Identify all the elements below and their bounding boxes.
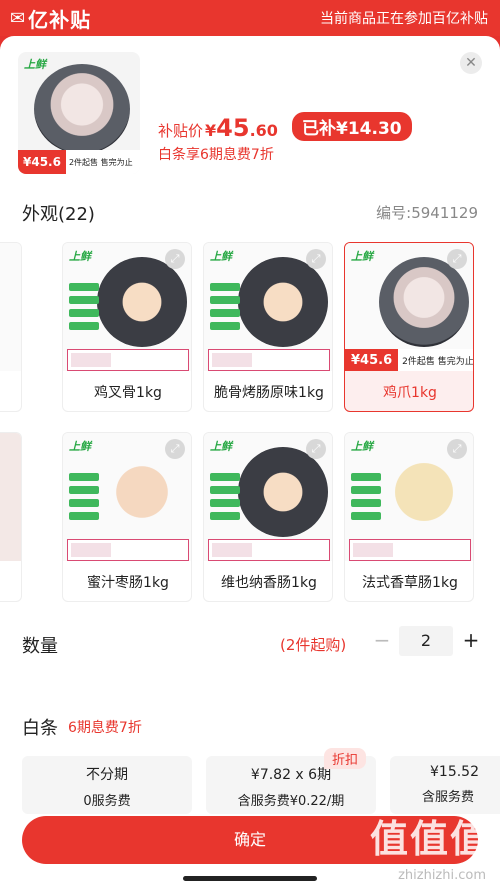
baitiao-promo: 6期息费7折 [68,720,142,736]
zoom-icon[interactable]: ⤢ [306,439,326,459]
variant-tag: 2件起售 售完为止 [402,356,474,367]
variant-name: 维也纳香肠1kg [221,575,317,591]
variant-card[interactable]: 上鲜 ⤢ 法式香草肠1kg [344,432,474,602]
close-icon: ✕ [465,55,477,71]
quantity-label: 数量 [22,636,58,657]
min-order-note: (2件起购) [280,636,347,654]
variant-card[interactable]: 上鲜 ⤢ 维也纳香肠1kg [203,432,333,602]
zoom-icon[interactable]: ⤢ [165,249,185,269]
price-currency: ¥ [205,121,217,140]
watermark-logo: 值值值 [369,817,490,861]
variant-name: 法式香草肠1kg [362,575,458,591]
variant-name: 脆骨烤肠原味1kg [214,385,324,401]
price-decimal: .60 [249,121,278,140]
variant-name: g [0,373,21,411]
variant-card[interactable]: 上鲜 ⤢ 蜜汁枣肠1kg [62,432,192,602]
ticket-icon: ✉ [10,8,27,29]
price-label: 补贴价 [158,122,204,140]
brand-label: 亿补贴 [28,8,92,32]
brand-logo: 上鲜 [351,250,373,263]
product-image [34,64,130,154]
discount-tag: 折扣 [324,748,367,769]
zoom-icon[interactable]: ⤢ [306,249,326,269]
appearance-title: 外观(22) [22,204,95,225]
top-banner: ✉ 亿补贴 当前商品正在参加百亿补贴 [0,0,500,36]
variant-price: ¥45.6 [345,349,399,371]
subsidy-brand: ✉ 亿补贴 [10,4,91,33]
home-indicator[interactable] [183,876,317,881]
thumbnail-tag: 2件起售 售完为止 [68,157,133,167]
decrement-button[interactable]: − [372,628,392,652]
subsidy-note: 当前商品正在参加百亿补贴 [320,11,488,27]
brand-logo: 上鲜 [24,58,46,71]
installment-option[interactable]: 不分期 0服务费 [22,756,192,814]
product-code: 编号:5941129 [376,204,478,222]
installment-amount: ¥15.52 [430,764,479,780]
installment-amount: 不分期 [86,767,128,783]
variant-card[interactable]: 爪 [0,432,22,602]
close-button[interactable]: ✕ [460,52,482,74]
brand-logo: 上鲜 [351,440,373,453]
quantity-input[interactable]: 2 [399,626,453,656]
variant-name: 鸡叉骨1kg [94,385,162,401]
variant-card[interactable]: 上鲜 ⤢ 脆骨烤肠原味1kg [203,242,333,412]
baitiao-label: 白条 [22,718,58,739]
installment-option[interactable]: ¥15.52 含服务费 [390,756,500,814]
zoom-icon[interactable]: ⤢ [447,439,467,459]
thumbnail-price-strip: ¥45.6 2件起售 售完为止 [18,150,140,174]
sku-sheet: ✕ 上鲜 ¥45.6 2件起售 售完为止 补贴价 ¥ 45 .60 已补¥14.… [0,36,500,889]
variant-card[interactable]: 上鲜 ⤢ 鸡叉骨1kg [62,242,192,412]
subsidy-price: 补贴价 ¥ 45 .60 [158,114,278,142]
thumbnail-price: ¥45.6 [18,150,66,174]
variant-name: 鸡爪1kg [383,385,437,401]
product-thumbnail[interactable]: 上鲜 ¥45.6 2件起售 售完为止 [18,52,140,174]
variant-card[interactable]: g [0,242,22,412]
brand-logo: 上鲜 [69,250,91,263]
price-integer: 45 [216,114,250,142]
installment-fee: 0服务费 [83,794,131,809]
variant-card-selected[interactable]: 上鲜 ⤢ ¥45.6 2件起售 售完为止 鸡爪1kg [344,242,474,412]
zoom-icon[interactable]: ⤢ [447,249,467,269]
increment-button[interactable]: + [460,628,482,652]
variant-name: 爪 [0,563,21,601]
variant-name: 蜜汁枣肠1kg [87,575,169,591]
variant-price-strip: ¥45.6 2件起售 售完为止 [345,349,474,371]
brand-logo: 上鲜 [210,250,232,263]
brand-logo: 上鲜 [210,440,232,453]
brand-logo: 上鲜 [69,440,91,453]
zoom-icon[interactable]: ⤢ [165,439,185,459]
watermark-url: zhizhizhi.com [398,868,486,883]
installment-promo: 白条享6期息费7折 [158,147,274,163]
installment-fee: 含服务费¥0.22/期 [237,794,345,809]
subsidy-amount-badge: 已补¥14.30 [292,112,412,141]
installment-fee: 含服务费 [422,790,475,805]
